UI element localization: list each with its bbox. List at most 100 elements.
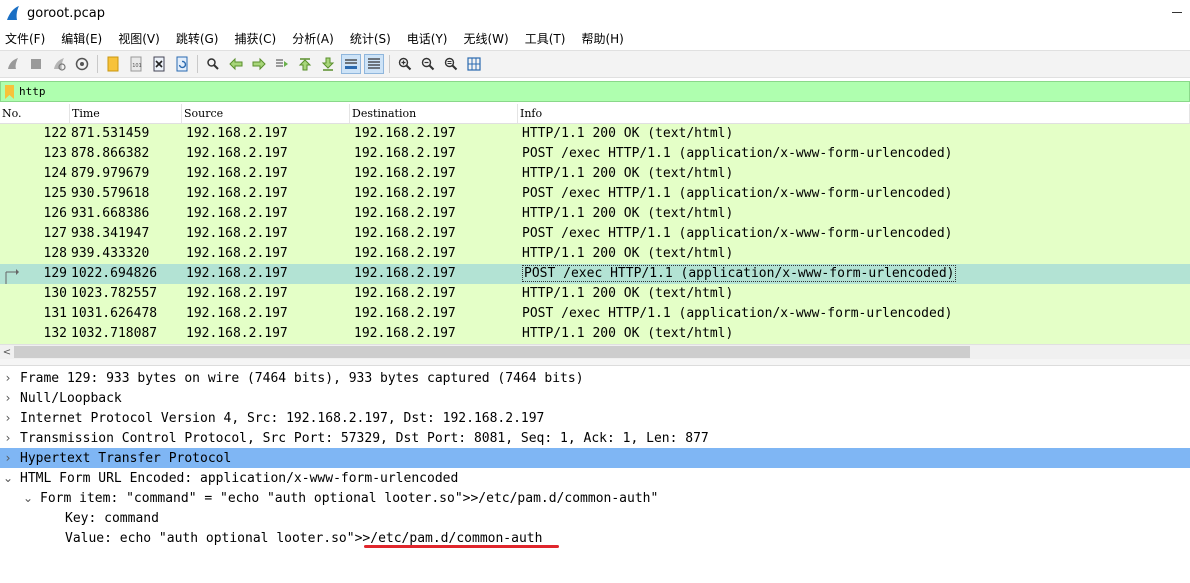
go-back-icon[interactable] <box>226 54 246 74</box>
minimize-button[interactable] <box>1172 12 1182 13</box>
packet-time: 1023.782557 <box>71 286 158 301</box>
detail-form-urlencoded[interactable]: ⌄ HTML Form URL Encoded: application/x-w… <box>0 468 1190 488</box>
zoom-out-icon[interactable] <box>418 54 438 74</box>
auto-scroll-icon[interactable] <box>341 54 361 74</box>
menu-view[interactable]: 视图(V) <box>116 30 168 47</box>
close-file-icon[interactable] <box>149 54 169 74</box>
column-header-no[interactable]: No. <box>0 104 70 123</box>
packet-no: 132 <box>43 326 67 341</box>
packet-row[interactable]: 122 871.531459 192.168.2.197 192.168.2.1… <box>0 124 1190 144</box>
go-to-packet-icon[interactable] <box>272 54 292 74</box>
packet-info-text: POST /exec HTTP/1.1 (application/x-www-f… <box>522 226 953 241</box>
scroll-left-icon[interactable]: < <box>0 347 14 358</box>
menu-telephony[interactable]: 电话(Y) <box>405 30 456 47</box>
packet-destination: 192.168.2.197 <box>354 126 456 141</box>
menu-go[interactable]: 跳转(G) <box>174 30 227 47</box>
detail-value[interactable]: Value: echo "auth optional looter.so">>/… <box>0 528 1190 548</box>
packet-source: 192.168.2.197 <box>186 126 288 141</box>
packet-source: 192.168.2.197 <box>186 306 288 321</box>
detail-null-loopback[interactable]: › Null/Loopback <box>0 388 1190 408</box>
find-packet-icon[interactable] <box>203 54 223 74</box>
packet-row[interactable]: 132 1032.718087 192.168.2.197 192.168.2.… <box>0 324 1190 344</box>
packet-no: 122 <box>43 126 67 141</box>
packet-time: 1022.694826 <box>71 266 158 281</box>
packet-source: 192.168.2.197 <box>186 286 288 301</box>
packet-info: HTTP/1.1 200 OK (text/html) <box>518 164 1190 184</box>
menu-tools[interactable]: 工具(T) <box>523 30 574 47</box>
menu-help[interactable]: 帮助(H) <box>579 30 631 47</box>
packet-row[interactable]: 126 931.668386 192.168.2.197 192.168.2.1… <box>0 204 1190 224</box>
packet-row[interactable]: 127 938.341947 192.168.2.197 192.168.2.1… <box>0 224 1190 244</box>
column-header-info[interactable]: Info <box>518 104 1190 123</box>
packet-list-hscrollbar[interactable]: < <box>0 344 1190 359</box>
expand-icon[interactable]: › <box>1 411 15 425</box>
scrollbar-thumb[interactable] <box>14 346 970 358</box>
column-header-source[interactable]: Source <box>182 104 350 123</box>
pane-splitter[interactable] <box>0 359 1190 366</box>
zoom-normal-icon[interactable] <box>441 54 461 74</box>
capture-options-icon[interactable] <box>72 54 92 74</box>
packet-source: 192.168.2.197 <box>186 226 288 241</box>
stop-capture-icon[interactable] <box>26 54 46 74</box>
menu-capture[interactable]: 捕获(C) <box>232 30 284 47</box>
packet-time: 871.531459 <box>71 126 150 141</box>
go-first-icon[interactable] <box>295 54 315 74</box>
bookmark-icon[interactable] <box>5 84 14 99</box>
go-last-icon[interactable] <box>318 54 338 74</box>
packet-source: 192.168.2.197 <box>186 246 288 261</box>
expand-icon[interactable]: › <box>1 431 15 445</box>
menu-wireless[interactable]: 无线(W) <box>462 30 517 47</box>
packet-info-text: HTTP/1.1 200 OK (text/html) <box>522 166 734 181</box>
restart-capture-icon[interactable] <box>49 54 69 74</box>
resize-columns-icon[interactable] <box>464 54 484 74</box>
reload-file-icon[interactable] <box>172 54 192 74</box>
packet-source: 192.168.2.197 <box>186 186 288 201</box>
collapse-icon[interactable]: ⌄ <box>1 471 15 485</box>
collapse-icon[interactable]: ⌄ <box>21 491 35 505</box>
display-filter-bar <box>0 81 1190 102</box>
menu-file[interactable]: 文件(F) <box>3 30 53 47</box>
detail-form-item[interactable]: ⌄ Form item: "command" = "echo "auth opt… <box>0 488 1190 508</box>
packet-row[interactable]: 128 939.433320 192.168.2.197 192.168.2.1… <box>0 244 1190 264</box>
packet-destination: 192.168.2.197 <box>354 306 456 321</box>
display-filter-input[interactable] <box>19 82 1189 101</box>
menu-analyze[interactable]: 分析(A) <box>290 30 342 47</box>
expand-icon[interactable]: › <box>1 391 15 405</box>
detail-tcp[interactable]: › Transmission Control Protocol, Src Por… <box>0 428 1190 448</box>
packet-info-text: POST /exec HTTP/1.1 (application/x-www-f… <box>522 265 957 282</box>
start-capture-icon[interactable] <box>3 54 23 74</box>
go-forward-icon[interactable] <box>249 54 269 74</box>
packet-no: 123 <box>43 146 67 161</box>
column-header-destination[interactable]: Destination <box>350 104 518 123</box>
packet-info: HTTP/1.1 200 OK (text/html) <box>518 284 1190 304</box>
detail-ipv4[interactable]: › Internet Protocol Version 4, Src: 192.… <box>0 408 1190 428</box>
packet-no: 125 <box>43 186 67 201</box>
toolbar-separator <box>97 55 98 73</box>
detail-http-selected[interactable]: › Hypertext Transfer Protocol <box>0 448 1190 468</box>
packet-no: 124 <box>43 166 67 181</box>
packet-no: 127 <box>43 226 67 241</box>
packet-row[interactable]: 124 879.979679 192.168.2.197 192.168.2.1… <box>0 164 1190 184</box>
packet-destination: 192.168.2.197 <box>354 186 456 201</box>
detail-key[interactable]: Key: command <box>0 508 1190 528</box>
open-file-icon[interactable] <box>103 54 123 74</box>
packet-row[interactable]: 131 1031.626478 192.168.2.197 192.168.2.… <box>0 304 1190 324</box>
detail-text: Frame 129: 933 bytes on wire (7464 bits)… <box>20 370 584 386</box>
packet-row[interactable]: 123 878.866382 192.168.2.197 192.168.2.1… <box>0 144 1190 164</box>
wireshark-fin-icon <box>7 6 19 20</box>
expand-icon[interactable]: › <box>1 371 15 385</box>
expand-icon[interactable]: › <box>1 451 15 465</box>
column-header-time[interactable]: Time <box>70 104 182 123</box>
packet-row[interactable]: 130 1023.782557 192.168.2.197 192.168.2.… <box>0 284 1190 304</box>
detail-text: Hypertext Transfer Protocol <box>20 450 232 466</box>
packet-row[interactable]: 125 930.579618 192.168.2.197 192.168.2.1… <box>0 184 1190 204</box>
menu-statistics[interactable]: 统计(S) <box>348 30 399 47</box>
colorize-icon[interactable] <box>364 54 384 74</box>
menu-edit[interactable]: 编辑(E) <box>59 30 110 47</box>
packet-source: 192.168.2.197 <box>186 206 288 221</box>
save-file-icon[interactable]: 101 <box>126 54 146 74</box>
zoom-in-icon[interactable] <box>395 54 415 74</box>
packet-info-text: HTTP/1.1 200 OK (text/html) <box>522 246 734 261</box>
detail-frame[interactable]: › Frame 129: 933 bytes on wire (7464 bit… <box>0 368 1190 388</box>
packet-row-selected[interactable]: 129 1022.694826 192.168.2.197 192.168.2.… <box>0 264 1190 300</box>
